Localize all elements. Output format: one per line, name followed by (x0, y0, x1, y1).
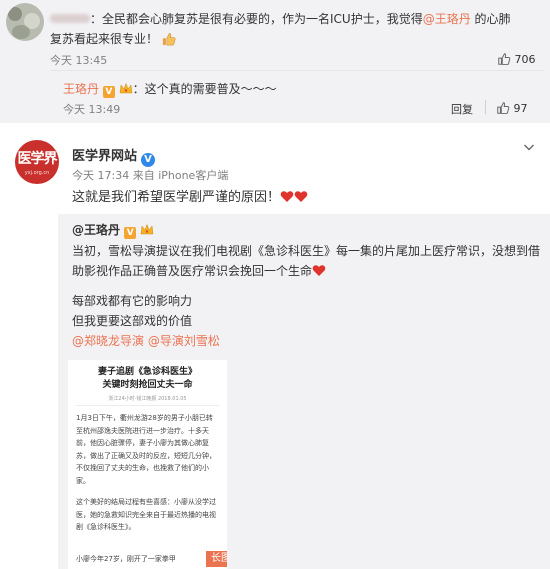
heart-icon (312, 265, 326, 276)
reply-text: 王珞丹 V ：这个真的需要普及～～～ (63, 82, 277, 98)
mention-link[interactable]: @郑晓龙导演 (72, 334, 144, 348)
article-source: 浙江24小时·钱江晚报 2018.01.05 (108, 396, 187, 402)
article-paragraph: 1月3日下午，衢州龙游28岁的男子小朋已转至杭州邵逸夫医院进行进一步治疗。十多天… (76, 414, 216, 485)
divider (76, 405, 219, 406)
article-title: 妻子追剧《急诊科医生》 关键时刻抢回丈夫一命 (97, 367, 197, 390)
article-paragraph: 小廖今年27岁，刚开了一家拳甲 (76, 555, 176, 563)
verified-badge-icon: V (102, 86, 115, 98)
like-button[interactable]: 97 (496, 101, 528, 115)
verified-badge-icon: V (141, 153, 156, 167)
thumbs-up-icon (498, 53, 511, 65)
repost-line: 每部戏都有它的影响力 (72, 294, 193, 308)
long-image-thumbnail[interactable]: 妻子追剧《急诊科医生》 关键时刻抢回丈夫一命 浙江24小时·钱江晚报 2018.… (68, 360, 227, 569)
reply-author[interactable]: 王珞丹 (63, 82, 99, 96)
chevron-down-icon[interactable] (523, 141, 535, 153)
logo-subtext: yxj.org.cn (24, 170, 50, 176)
comment-time: 今天 13:45 (50, 54, 108, 67)
like-button[interactable]: 706 (497, 52, 536, 66)
reply-time: 今天 13:49 (63, 103, 121, 116)
repost-mentions: @郑晓龙导演 @导演刘雪松 (72, 331, 544, 351)
long-image-tag: 长图 (206, 551, 227, 567)
thumbs-up-icon (497, 102, 510, 114)
mention-link[interactable]: @王珞丹 (423, 12, 471, 26)
author-avatar[interactable]: 医学界 yxj.org.cn (15, 140, 59, 184)
verified-badge-icon: V (124, 227, 137, 239)
logo-text: 医学界 (17, 151, 58, 167)
crown-icon (119, 82, 132, 94)
like-count: 97 (513, 102, 528, 115)
post-text: 这就是我们希望医学剧严谨的原因！ (72, 186, 308, 205)
post-author[interactable]: 医学界网站 V (72, 145, 156, 167)
repost-paragraph: 当初，雪松导演提议在我们电视剧《急诊科医生》每一集的片尾加上医疗常识，没想到借助… (72, 244, 541, 278)
weibo-post: 医学界 yxj.org.cn 医学界网站 V 今天 17:34 来自 iPhone… (0, 123, 550, 569)
commenter-avatar[interactable] (6, 3, 44, 41)
comment-text: ：全民都会心肺复苏是很有必要的，作为一名ICU护士，我觉得@王珞丹 的心肺复苏看… (50, 12, 511, 46)
heart-icon (294, 191, 308, 202)
crown-icon (141, 223, 154, 235)
thumbs-up-icon (162, 33, 176, 46)
repost-line: 但我更要这部戏的价值 (72, 314, 193, 328)
like-count: 706 (514, 53, 536, 66)
article-paragraph: 这个美好的结局过程有些喜感：小廖从没学过医，她的急救知识完全来自于最近热播的电视… (76, 498, 216, 531)
post-time: 今天 17:34 来自 iPhone客户端 (72, 169, 229, 182)
reply-button[interactable]: 回复 (451, 101, 473, 117)
comment-section: ：全民都会心肺复苏是很有必要的，作为一名ICU护士，我觉得@王珞丹 的心肺复苏看… (0, 0, 550, 123)
repost-body: 当初，雪松导演提议在我们电视剧《急诊科医生》每一集的片尾加上医疗常识，没想到借助… (72, 241, 544, 351)
repost-author[interactable]: @王珞丹 V (72, 221, 154, 239)
divider (50, 70, 544, 71)
reposted-content: @王珞丹 V 当初，雪松导演提议在我们电视剧《急诊科医生》每一集的片尾加上医疗常… (58, 214, 550, 569)
mention-link[interactable]: @导演刘雪松 (148, 334, 220, 348)
divider (485, 100, 486, 114)
heart-icon (280, 191, 294, 202)
commenter-name[interactable] (50, 14, 90, 23)
